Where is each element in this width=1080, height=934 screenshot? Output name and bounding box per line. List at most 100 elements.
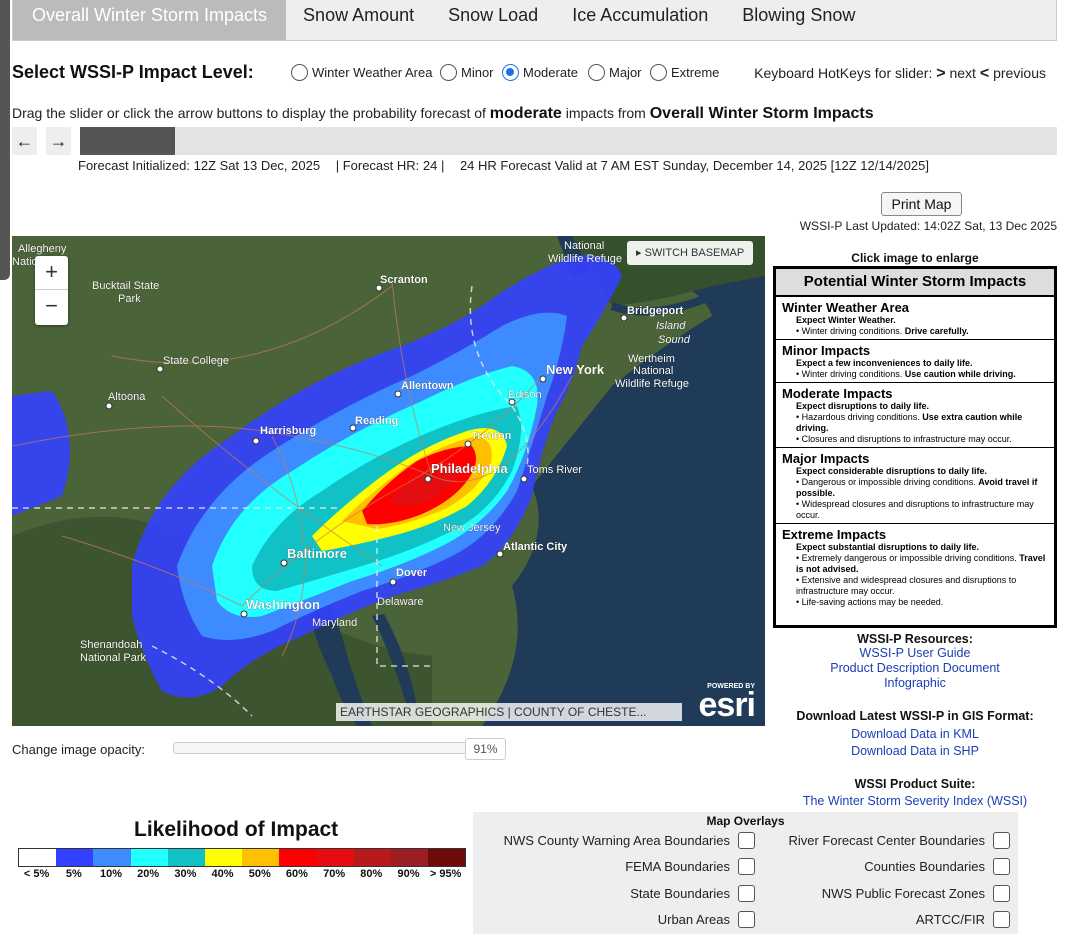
overlay-urban[interactable]: Urban Areas <box>658 911 755 928</box>
slider-handle[interactable] <box>80 127 175 155</box>
forecast-info: Forecast Initialized: 12Z Sat 13 Dec, 20… <box>78 158 941 173</box>
overlay-fema[interactable]: FEMA Boundaries <box>625 858 755 875</box>
map-label: Allentown <box>401 380 454 392</box>
resources-title: WSSI-P Resources: <box>857 632 973 646</box>
overlay-counties[interactable]: Counties Boundaries <box>864 858 1010 875</box>
link-download-kml[interactable]: Download Data in KML <box>773 726 1057 743</box>
map-label: Bridgeport <box>627 305 684 317</box>
overlay-rfc[interactable]: River Forecast Center Boundaries <box>788 832 1010 849</box>
map-label: Sound <box>658 334 691 346</box>
checkbox[interactable] <box>738 832 755 849</box>
map-label: New Jersey <box>443 522 501 534</box>
checkbox[interactable] <box>993 885 1010 902</box>
tab-overall-winter-storm-impacts[interactable]: Overall Winter Storm Impacts <box>13 0 287 40</box>
map-label: Dover <box>396 567 428 579</box>
legend-swatch <box>428 849 466 866</box>
map-label: National <box>564 240 604 252</box>
page-scrollbar[interactable] <box>0 0 10 280</box>
radio-circle[interactable] <box>440 64 457 81</box>
map-label: Washington <box>246 597 320 612</box>
legend-label: 40% <box>211 868 234 880</box>
zoom-out-button[interactable]: − <box>35 290 68 324</box>
print-map-button[interactable]: Print Map <box>881 192 962 216</box>
link-wssi[interactable]: The Winter Storm Severity Index (WSSI) <box>773 794 1057 809</box>
radio-label: Extreme <box>671 65 720 80</box>
opacity-slider[interactable] <box>173 742 468 754</box>
link-download-shp[interactable]: Download Data in SHP <box>773 743 1057 760</box>
opacity-label: Change image opacity: <box>12 742 145 757</box>
overlays-title: Map Overlays <box>706 814 785 828</box>
checkbox[interactable] <box>738 858 755 875</box>
radio-label: Moderate <box>523 65 578 80</box>
map-label: Atlantic City <box>503 541 568 553</box>
overlay-public-zones[interactable]: NWS Public Forecast Zones <box>822 885 1010 902</box>
radio-major[interactable]: Major <box>588 64 642 81</box>
overlay-state[interactable]: State Boundaries <box>630 885 755 902</box>
map-label: Bucktail State <box>92 280 159 292</box>
impact-heading: Minor Impacts <box>782 343 871 358</box>
slider-track[interactable] <box>80 127 1057 155</box>
tab-blowing-snow[interactable]: Blowing Snow <box>725 0 872 40</box>
map-label: Toms River <box>527 464 582 476</box>
legend-swatch <box>130 849 168 866</box>
radio-circle[interactable] <box>291 64 308 81</box>
checkbox[interactable] <box>993 911 1010 928</box>
impacts-legend-image[interactable]: Potential Winter Storm Impacts Winter We… <box>773 266 1057 628</box>
radio-circle[interactable] <box>588 64 605 81</box>
map-label: Wertheim <box>628 353 675 365</box>
opacity-value[interactable]: 91% <box>465 738 506 760</box>
overlay-artcc[interactable]: ARTCC/FIR <box>916 911 1010 928</box>
radio-moderate[interactable]: Moderate <box>502 64 578 81</box>
legend-swatch <box>93 849 131 866</box>
overlay-nws-cwa[interactable]: NWS County Warning Area Boundaries <box>504 832 755 849</box>
legend-label: > 95% <box>429 868 462 880</box>
checkbox[interactable] <box>993 858 1010 875</box>
link-infographic[interactable]: Infographic <box>773 676 1057 691</box>
radio-circle[interactable] <box>650 64 667 81</box>
map-label: Delaware <box>377 596 423 608</box>
map-label: State College <box>163 355 229 367</box>
impact-point: • Winter driving conditions. Drive caref… <box>796 326 969 336</box>
forecast-map[interactable]: Allegheny Natio rest Bucktail State Park… <box>12 236 765 726</box>
link-product-description[interactable]: Product Description Document <box>773 661 1057 676</box>
map-attribution: EARTHSTAR GEOGRAPHICS | COUNTY OF CHESTE… <box>336 703 682 721</box>
radio-circle-checked[interactable] <box>502 64 519 81</box>
legend-label: 30% <box>174 868 197 880</box>
impact-subtitle: Expect disruptions to daily life. <box>796 401 930 411</box>
link-user-guide[interactable]: WSSI-P User Guide <box>773 646 1057 661</box>
esri-logo[interactable]: POWERED BY esri <box>699 683 756 722</box>
legend-label: 60% <box>285 868 308 880</box>
map-label: National Park <box>80 652 147 664</box>
previous-arrow-button[interactable]: ← <box>12 127 37 155</box>
checkbox[interactable] <box>738 885 755 902</box>
radio-minor[interactable]: Minor <box>440 64 494 81</box>
radio-label: Minor <box>461 65 494 80</box>
legend-swatch <box>353 849 391 866</box>
impact-level-selector: Select WSSI-P Impact Level: Winter Weath… <box>12 62 1057 86</box>
gis-section: Download Latest WSSI-P in GIS Format: Do… <box>773 709 1057 760</box>
legend-swatch <box>390 849 429 866</box>
impact-heading: Moderate Impacts <box>782 386 893 401</box>
map-label: Wildlife Refuge <box>548 253 622 265</box>
tab-ice-accumulation[interactable]: Ice Accumulation <box>555 0 725 40</box>
zoom-in-button[interactable]: + <box>35 256 68 290</box>
tab-snow-load[interactable]: Snow Load <box>431 0 555 40</box>
radio-label: Winter Weather Area <box>312 65 433 80</box>
radio-extreme[interactable]: Extreme <box>650 64 719 81</box>
impact-subtitle: Expect considerable disruptions to daily… <box>796 466 988 476</box>
keyboard-hotkeys-hint: Keyboard HotKeys for slider: > next < pr… <box>754 65 1046 82</box>
impact-subtitle: Expect Winter Weather. <box>796 315 896 325</box>
next-arrow-button[interactable]: → <box>46 127 71 155</box>
radio-winter-weather-area[interactable]: Winter Weather Area <box>291 64 432 81</box>
switch-basemap-button[interactable]: ▸ SWITCH BASEMAP <box>627 241 754 265</box>
tab-snow-amount[interactable]: Snow Amount <box>286 0 431 40</box>
map-label: Allegheny <box>18 243 67 255</box>
legend-label: < 5% <box>23 868 50 880</box>
impact-level-entry: Minor Impacts Expect a few inconveniences… <box>776 340 1054 383</box>
checkbox[interactable] <box>738 911 755 928</box>
map-label: National <box>633 365 673 377</box>
legend-swatch <box>316 849 354 866</box>
impact-heading: Major Impacts <box>782 451 870 466</box>
slider-instructions: Drag the slider or click the arrow butto… <box>12 105 874 122</box>
checkbox[interactable] <box>993 832 1010 849</box>
